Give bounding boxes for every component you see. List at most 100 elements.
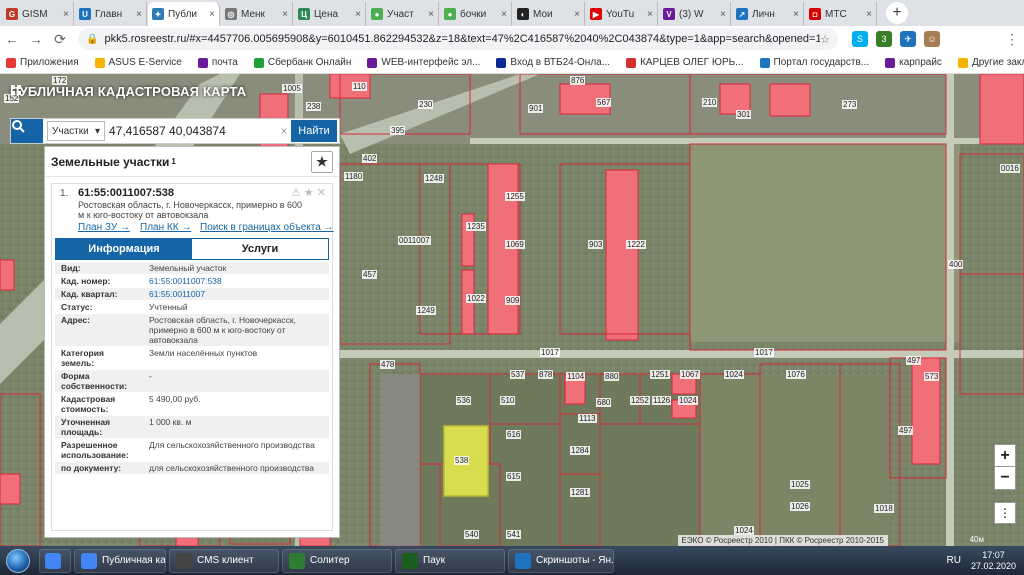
bookmark-item[interactable]: Сбербанк Онлайн xyxy=(253,57,351,68)
tab-close-icon[interactable]: × xyxy=(866,9,872,20)
plot-number-label[interactable]: 1076 xyxy=(786,370,806,379)
forward-button[interactable]: → xyxy=(24,31,48,47)
tab-close-icon[interactable]: × xyxy=(501,9,507,20)
plot-number-label[interactable]: 301 xyxy=(736,110,752,119)
plot-number-label[interactable]: 273 xyxy=(842,100,858,109)
plot-number-label[interactable]: 880 xyxy=(604,372,620,381)
tab-services[interactable]: Услуги xyxy=(192,239,328,259)
taskbar-item-solitaire[interactable]: Солитер xyxy=(282,548,392,573)
plan-kk-link[interactable]: План КК → xyxy=(140,222,191,233)
plot-number-label[interactable]: 1284 xyxy=(570,446,590,455)
plot-number-label[interactable]: 1251 xyxy=(650,370,670,379)
plot-number-label[interactable]: 1025 xyxy=(790,480,810,489)
plot-number-label[interactable]: 1069 xyxy=(505,240,525,249)
bookmark-star-icon[interactable]: ☆ xyxy=(820,33,830,46)
other-bookmarks[interactable]: Другие закладки xyxy=(957,57,1024,68)
layers-menu-button[interactable]: ⋮ xyxy=(994,502,1016,524)
bookmark-item[interactable]: почта xyxy=(197,57,238,68)
reload-button[interactable]: ⟳ xyxy=(48,31,72,48)
parcel-cadastral-number[interactable]: 61:55:0011007:538 xyxy=(78,187,174,199)
url-text[interactable]: pkk5.rosreestr.ru/#x=4457706.005695908&y… xyxy=(104,33,820,45)
plot-number-label[interactable]: 510 xyxy=(500,396,516,405)
plot-number-label[interactable]: 1018 xyxy=(874,504,894,513)
plot-number-label[interactable]: 395 xyxy=(390,126,406,135)
plot-number-label[interactable]: 457 xyxy=(362,270,378,279)
cadastral-map[interactable]: 172 152 1005 238 110 230 395 901 567 876 210 301 273… xyxy=(0,74,1024,546)
tab-close-icon[interactable]: × xyxy=(647,9,653,20)
tab-info[interactable]: Информация xyxy=(56,239,192,259)
new-tab-button[interactable]: + xyxy=(886,2,908,24)
favorites-button[interactable]: ★ xyxy=(311,151,333,173)
bookmark-item[interactable]: Приложения xyxy=(6,57,79,68)
tab-close-icon[interactable]: × xyxy=(209,9,215,20)
browser-tab[interactable]: ● Участ × xyxy=(367,2,439,26)
plot-number-label[interactable]: 876 xyxy=(570,76,586,85)
bookmark-item[interactable]: КАРЦЕВ ОЛЕГ ЮРЬ... xyxy=(626,57,744,68)
browser-tab[interactable]: ▶ YouTu × xyxy=(586,2,658,26)
plot-number-label[interactable]: 1024 xyxy=(724,370,744,379)
ext-badge-icon[interactable]: 3 xyxy=(876,31,892,47)
tab-close-icon[interactable]: × xyxy=(282,9,288,20)
plot-number-label[interactable]: 909 xyxy=(505,296,521,305)
plot-number-label[interactable]: 540 xyxy=(464,530,480,539)
plot-number-label[interactable]: 497 xyxy=(898,426,914,435)
plot-number-label[interactable]: 1126 xyxy=(652,396,672,405)
plot-number-label[interactable]: 1026 xyxy=(790,502,810,511)
plot-number-label[interactable]: 1281 xyxy=(570,488,590,497)
info-value[interactable]: 61:55:0011007:538 xyxy=(145,275,329,287)
chrome-taskbar-icon[interactable] xyxy=(39,548,71,573)
plot-number-label[interactable]: 538 xyxy=(454,456,470,465)
browser-tab[interactable]: ↗ Личн × xyxy=(732,2,804,26)
plot-number-label[interactable]: 1024 xyxy=(678,396,698,405)
plot-number-label[interactable]: 1255 xyxy=(505,192,525,201)
search-button[interactable]: Найти xyxy=(291,120,337,142)
plot-number-label[interactable]: 0016 xyxy=(1000,164,1020,173)
plot-number-label[interactable]: 1104 xyxy=(566,372,586,381)
tab-close-icon[interactable]: × xyxy=(574,9,580,20)
bookmark-item[interactable]: ASUS E-Service xyxy=(94,57,182,68)
browser-tab[interactable]: V (3) W × xyxy=(659,2,731,26)
language-indicator[interactable]: RU xyxy=(947,555,961,566)
plot-number-label[interactable]: 400 xyxy=(948,260,964,269)
tab-close-icon[interactable]: × xyxy=(428,9,434,20)
plot-number-label[interactable]: 573 xyxy=(924,372,940,381)
plot-number-label[interactable]: 1024 xyxy=(734,526,754,535)
skype-icon[interactable]: S xyxy=(852,31,868,47)
plot-number-label[interactable]: 402 xyxy=(362,154,378,163)
plot-number-label[interactable]: 903 xyxy=(588,240,604,249)
plot-number-label[interactable]: 878 xyxy=(538,370,554,379)
info-value[interactable]: 61:55:0011007 xyxy=(145,288,329,300)
taskbar-item-spider[interactable]: Паук xyxy=(395,548,505,573)
search-input[interactable] xyxy=(109,121,277,141)
bookmark-item[interactable]: Портал государств... xyxy=(759,57,869,68)
plot-number-label[interactable]: 238 xyxy=(306,102,322,111)
plot-number-label[interactable]: 680 xyxy=(596,398,612,407)
plot-number-label[interactable]: 1235 xyxy=(466,222,486,231)
bookmark-item[interactable]: карпрайс xyxy=(885,57,942,68)
plot-number-label[interactable]: 537 xyxy=(510,370,526,379)
browser-tab[interactable]: ✦ Публи × xyxy=(148,2,220,26)
plot-number-label[interactable]: 1222 xyxy=(626,240,646,249)
plot-number-label[interactable]: 110 xyxy=(352,82,367,91)
browser-tab[interactable]: ◘ МТС × xyxy=(805,2,877,26)
clear-search-icon[interactable]: × xyxy=(277,124,291,138)
address-bar[interactable]: 🔒 pkk5.rosreestr.ru/#x=4457706.005695908… xyxy=(78,28,838,50)
plot-number-label[interactable]: 1180 xyxy=(344,172,364,181)
plot-number-label[interactable]: 1017 xyxy=(754,348,774,357)
start-button[interactable] xyxy=(0,547,36,575)
tab-close-icon[interactable]: × xyxy=(63,9,69,20)
bookmark-item[interactable]: WEB-интерфейс эл... xyxy=(367,57,480,68)
tab-close-icon[interactable]: × xyxy=(793,9,799,20)
browser-menu-icon[interactable]: ⋮ xyxy=(1000,31,1024,48)
card-action-icons[interactable]: ⚠ ★ ✕ xyxy=(291,186,326,199)
zoom-out-button[interactable]: − xyxy=(995,467,1015,489)
plot-number-label[interactable]: 1113 xyxy=(578,414,597,423)
taskbar-item-cms[interactable]: CMS клиент xyxy=(169,548,279,573)
taskbar-item-chrome[interactable]: Публичная кадас... xyxy=(74,548,166,573)
plot-number-label[interactable]: 1249 xyxy=(416,306,436,315)
browser-tab[interactable]: ◎ Менк × xyxy=(221,2,293,26)
translate-icon[interactable]: ✈ xyxy=(900,31,916,47)
zoom-in-button[interactable]: + xyxy=(995,445,1015,467)
profile-avatar-icon[interactable]: ☺ xyxy=(924,31,940,47)
clock[interactable]: 17:07 27.02.2020 xyxy=(971,550,1016,572)
